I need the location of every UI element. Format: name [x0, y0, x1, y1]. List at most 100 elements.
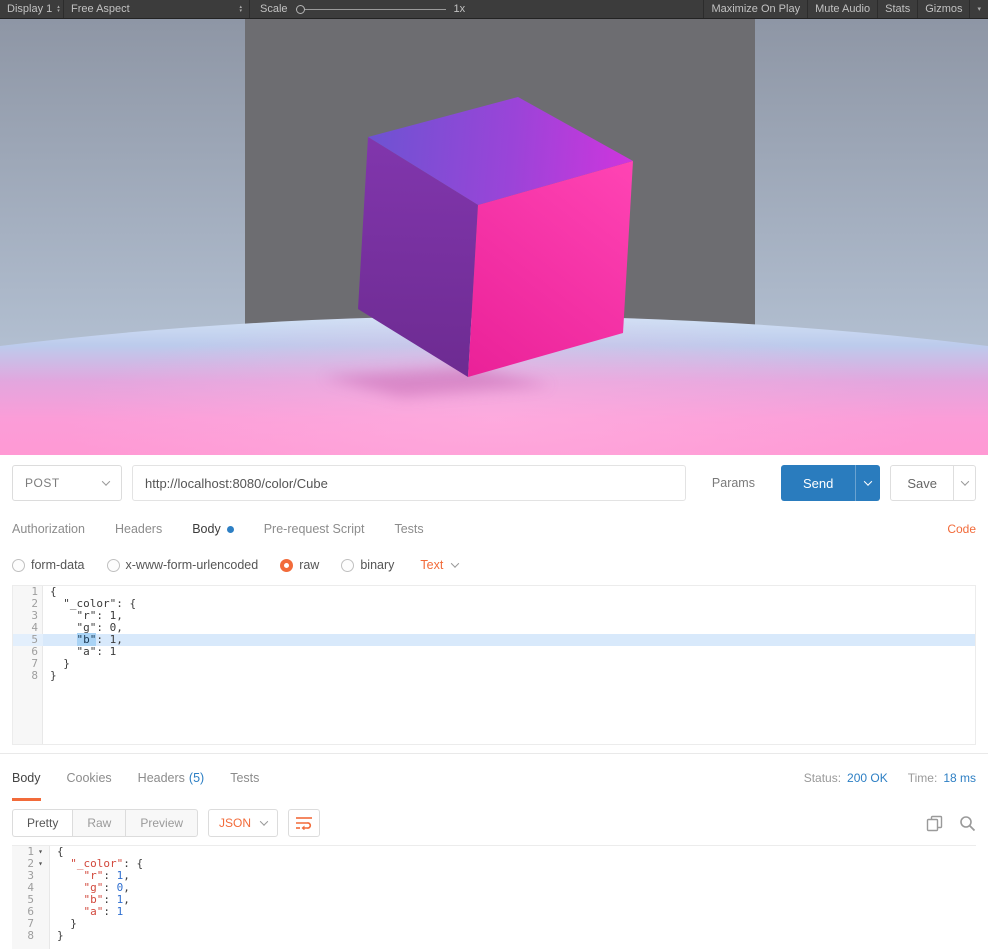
method-label: POST — [25, 476, 60, 490]
request-tab-authorization[interactable]: Authorization — [12, 522, 85, 536]
code-text: "b": 1, — [43, 633, 975, 646]
updown-arrows-icon: ▴ ▾ — [239, 4, 242, 14]
view-tab-raw[interactable]: Raw — [72, 809, 126, 837]
tab-label: Pre-request Script — [263, 522, 365, 536]
method-select[interactable]: POST — [12, 465, 122, 501]
response-tab-headers[interactable]: Headers (5) — [138, 754, 205, 801]
gizmos-button[interactable]: Gizmos — [917, 0, 969, 18]
response-editor-lines: 1 ▾{2 ▾ "_color": {3 "r": 1, 4 "g": 0, 5 "b"… — [12, 846, 976, 942]
response-tabs: Body Cookies Headers (5) Tests — [12, 754, 285, 801]
raw-format-label: Text — [420, 558, 444, 572]
tab-label: Body — [12, 770, 41, 785]
scale-value: 1x — [453, 3, 466, 15]
code-line-4: 4 "g": 0, — [13, 622, 975, 634]
request-tab-tests[interactable]: Tests — [394, 522, 423, 536]
code-link[interactable]: Code — [947, 522, 976, 536]
toolbar-right-group: Maximize On Play Mute Audio Stats Gizmos… — [703, 0, 988, 18]
code-line-8: 8} — [13, 670, 975, 682]
view-tabs: Pretty Raw Preview — [12, 809, 199, 837]
scale-slider[interactable] — [295, 4, 446, 14]
code-line-7: 7 } — [12, 918, 976, 930]
fold-caret-icon[interactable]: ▾ — [36, 846, 45, 858]
request-tabs-row: Authorization Headers Body Pre-request Scri… — [0, 511, 988, 547]
request-bar: POST Params Send Save — [0, 455, 988, 511]
game-view[interactable] — [0, 19, 988, 455]
tab-label: Tests — [394, 522, 424, 536]
body-mode-raw[interactable]: raw — [280, 558, 319, 572]
request-tab-headers[interactable]: Headers — [115, 522, 162, 536]
send-button[interactable]: Send — [780, 465, 856, 501]
scale-slider-knob[interactable] — [295, 4, 305, 14]
maximize-on-play-button[interactable]: Maximize On Play — [703, 0, 807, 18]
mode-label: form-data — [31, 558, 85, 572]
line-number: 3 — [31, 609, 38, 622]
body-mode-binary[interactable]: binary — [341, 558, 394, 572]
request-tab-body[interactable]: Body — [192, 522, 234, 536]
request-tab-pre-request-script[interactable]: Pre-request Script — [264, 522, 365, 536]
code-text: "a": 1 — [83, 905, 124, 918]
code-text: "_color": { — [70, 857, 144, 870]
request-tabs: Authorization Headers Body Pre-request Scri… — [12, 522, 454, 536]
fold-caret-icon[interactable]: ▾ — [36, 858, 45, 870]
url-input[interactable] — [132, 465, 686, 501]
body-mode-form-data[interactable]: form-data — [12, 558, 85, 572]
gizmos-dropdown-caret[interactable]: ▾ — [969, 0, 988, 18]
code-text: "r": 1, — [83, 869, 130, 882]
send-options-caret[interactable] — [855, 465, 881, 501]
response-tab-cookies[interactable]: Cookies — [67, 754, 112, 801]
aspect-label: Free Aspect — [71, 3, 130, 15]
code-text: "r": 1, — [50, 609, 123, 622]
view-tab-preview[interactable]: Preview — [125, 809, 199, 837]
response-status: Status: 200 OK Time: 18 ms — [804, 771, 976, 785]
radio-icon — [106, 558, 120, 572]
response-view-row: Pretty Raw Preview JSON — [0, 801, 988, 845]
response-tab-body[interactable]: Body — [12, 754, 41, 801]
response-tab-tests[interactable]: Tests — [230, 754, 259, 801]
time-label: Time: — [907, 770, 938, 785]
search-button[interactable] — [959, 815, 976, 832]
tab-label: Tests — [230, 770, 260, 785]
scale-label: Scale — [260, 3, 288, 15]
body-mode-x-www-form-urlencoded[interactable]: x-www-form-urlencoded — [106, 558, 259, 572]
save-options-caret[interactable] — [954, 465, 976, 501]
aspect-selector[interactable]: Free Aspect ▴ ▾ — [64, 0, 250, 18]
response-body-editor[interactable]: 1 ▾{2 ▾ "_color": {3 "r": 1, 4 "g": 0, 5 "b"… — [12, 845, 976, 949]
mode-label: x-www-form-urlencoded — [125, 558, 259, 572]
active-body-dot-icon — [226, 525, 234, 533]
response-meta-row: Body Cookies Headers (5) Tests Status: 200 O… — [0, 753, 988, 801]
stats-button[interactable]: Stats — [877, 0, 917, 18]
code-text: } — [57, 917, 77, 930]
response-editor-actions — [926, 815, 976, 832]
display-selector[interactable]: Display 1 ▴ ▾ — [0, 0, 64, 18]
raw-format-select[interactable]: Text — [420, 558, 460, 572]
code-line-3: 3 "r": 1, — [13, 610, 975, 622]
scale-control: Scale 1x — [250, 0, 475, 18]
code-line-8: 8} — [12, 930, 976, 942]
line-number: 5 — [13, 634, 43, 646]
request-body-editor[interactable]: 1{2 "_color": {3 "r": 1, 4 "g": 0, 5 "b": … — [12, 585, 976, 745]
stats-label: Stats — [885, 3, 911, 15]
chevron-down-icon: ▾ — [977, 6, 981, 13]
code-text: "b": 1, — [83, 893, 130, 906]
unity-game-toolbar: Display 1 ▴ ▾ Free Aspect ▴ ▾ Scale 1x Max… — [0, 0, 988, 19]
tab-label: Headers — [137, 770, 185, 785]
line-number: 7 — [31, 657, 38, 670]
code-line-4: 4 "g": 0, — [12, 882, 976, 894]
params-button[interactable]: Params — [696, 476, 771, 490]
game-scene — [0, 19, 988, 455]
line-number: 2 — [31, 597, 38, 610]
mute-audio-button[interactable]: Mute Audio — [807, 0, 877, 18]
copy-button[interactable] — [926, 815, 943, 832]
save-button[interactable]: Save — [890, 465, 954, 501]
display-label: Display 1 — [7, 3, 53, 15]
headers-count: (5) — [188, 770, 205, 785]
view-tab-pretty[interactable]: Pretty — [12, 809, 73, 837]
code-text: "a": 1 — [50, 645, 117, 658]
response-format-select[interactable]: JSON — [208, 809, 279, 837]
code-text: } — [50, 669, 57, 682]
code-line-1: 1{ — [13, 586, 975, 598]
line-number: 6 — [31, 645, 38, 658]
send-button-group: Send — [780, 465, 881, 501]
wrap-text-button[interactable] — [288, 809, 321, 837]
body-mode-group: form-data x-www-form-urlencoded raw binary — [12, 558, 394, 572]
